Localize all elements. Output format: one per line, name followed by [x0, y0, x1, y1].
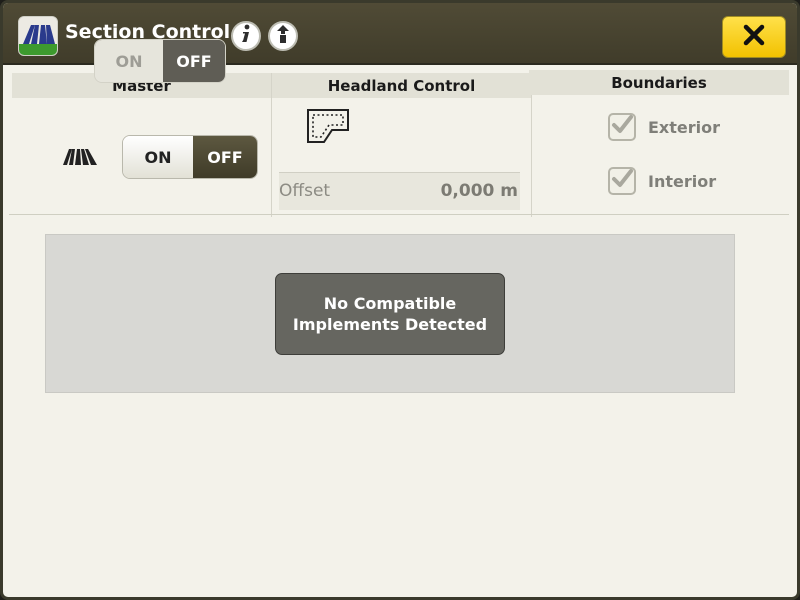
- master-off-option[interactable]: OFF: [193, 136, 257, 178]
- info-up-arrow-icon: [274, 24, 292, 48]
- checkmark-icon: [611, 168, 633, 194]
- checkmark-icon: [611, 114, 633, 140]
- section-control-sections-icon: [62, 145, 98, 171]
- message-line-2: Implements Detected: [292, 315, 488, 334]
- close-button[interactable]: [722, 16, 786, 58]
- exterior-checkbox[interactable]: [608, 113, 636, 141]
- info-icon: [238, 24, 254, 48]
- section-control-app-icon: [18, 16, 58, 56]
- master-panel: Master ON OFF: [12, 73, 272, 217]
- headland-on-option[interactable]: ON: [95, 40, 163, 82]
- master-on-option[interactable]: ON: [123, 136, 193, 178]
- interior-label: Interior: [648, 172, 717, 191]
- offset-label: Offset: [279, 181, 331, 201]
- info-alt-button[interactable]: [268, 21, 298, 51]
- master-toggle[interactable]: ON OFF: [122, 135, 258, 179]
- interior-checkbox[interactable]: [608, 167, 636, 195]
- headland-header: Headland Control: [272, 73, 531, 98]
- offset-field[interactable]: Offset 0,000 m: [279, 172, 520, 210]
- boundaries-header: Boundaries: [529, 70, 789, 95]
- headland-boundary-icon: [306, 108, 350, 148]
- headland-off-option[interactable]: OFF: [163, 40, 225, 82]
- close-x-icon: [742, 23, 766, 51]
- no-implements-message: No Compatible Implements Detected: [275, 273, 505, 355]
- offset-value: 0,000 m: [440, 181, 518, 201]
- exterior-label: Exterior: [648, 118, 721, 137]
- info-button[interactable]: [231, 21, 261, 51]
- message-line-1: No Compatible: [323, 294, 457, 313]
- headland-toggle[interactable]: ON OFF: [94, 39, 226, 83]
- boundaries-panel: Boundaries: [529, 70, 789, 214]
- panel-divider: [9, 214, 789, 215]
